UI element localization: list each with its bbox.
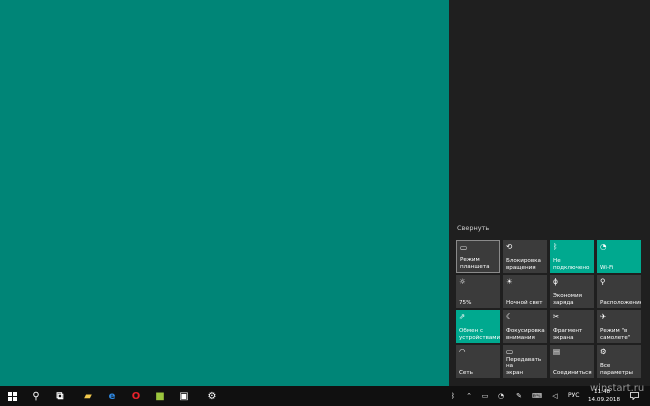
tile-label: Экономия заряда (553, 293, 583, 306)
taskbar-button[interactable]: O (124, 386, 148, 406)
night-light-icon: ☀ (506, 277, 513, 286)
search-icon: ⚲ (32, 390, 40, 402)
network-icon: ◠ (459, 347, 466, 356)
tile-label: Не подключено (553, 258, 590, 271)
taskbar-button[interactable]: ▰ (76, 386, 100, 406)
quick-action-tile[interactable]: ᛒ Не подключено (550, 240, 594, 273)
nearby-sharing-icon: ⇗ (459, 312, 466, 321)
quick-action-tile[interactable]: ⚙ Все параметры (597, 345, 641, 378)
edge-icon: e (108, 390, 116, 402)
taskbar-button[interactable]: ⚙ (200, 386, 224, 406)
task-view-icon: ⧉ (56, 390, 64, 402)
tablet-mode-icon: ▭ (460, 243, 468, 252)
windows-logo-icon (7, 391, 17, 401)
airplane-icon: ✈ (600, 312, 607, 321)
start-button[interactable] (0, 386, 24, 406)
taskbar-button[interactable]: ■ (148, 386, 172, 406)
settings-app-icon: ⚙ (207, 390, 217, 402)
tile-label: Соединиться (553, 369, 592, 376)
wifi-icon: ◔ (600, 242, 607, 251)
focus-assist-icon: ☾ (506, 312, 513, 321)
keyboard-icon[interactable]: ⌨ (530, 386, 544, 406)
location-icon: ⚲ (600, 277, 606, 286)
tile-label: Ночной свет (506, 299, 543, 306)
quick-action-tile[interactable]: ☼ 75% (456, 275, 500, 308)
collapse-link[interactable]: Свернуть (457, 224, 489, 232)
quick-action-tile[interactable]: ϕ Экономия заряда (550, 275, 594, 308)
taskbar-button[interactable]: ⚲ (24, 386, 48, 406)
taskbar-button[interactable]: ⧉ (48, 386, 72, 406)
hidden-icons-icon[interactable]: ⌃ (462, 386, 476, 406)
battery-tray-icon[interactable]: ▭ (478, 386, 492, 406)
opera-icon: O (131, 390, 141, 402)
quick-action-tile[interactable]: ⇗ Обмен с устройствами (456, 310, 500, 343)
quick-action-tile[interactable]: ⟲ Блокировка вращения (503, 240, 547, 273)
tile-label: Wi-Fi (600, 264, 614, 271)
tile-label: Фрагмент экрана (553, 328, 583, 341)
volume-icon[interactable]: ◁ (548, 386, 562, 406)
quick-actions-grid: ▭ Режим планшета ⟲ Блокировка вращения ᛒ Не п… (456, 240, 642, 378)
tile-label: Режим планшета (460, 257, 490, 270)
watermark-text: winstart.ru (590, 383, 645, 394)
store-icon: ▣ (179, 390, 189, 402)
tile-label: Режим "в самолете" (600, 328, 631, 341)
taskbar-button[interactable]: e (100, 386, 124, 406)
action-center-panel: Свернуть ▭ Режим планшета ⟲ Блокировка вращ… (449, 0, 650, 386)
rotation-lock-icon: ⟲ (506, 242, 513, 251)
clock-date: 14.09.2018 (588, 397, 621, 403)
quick-action-tile[interactable]: ✈ Режим "в самолете" (597, 310, 641, 343)
quick-action-tile[interactable]: ▭ Режим планшета (456, 240, 500, 273)
connect-icon: ▤ (553, 347, 561, 356)
tile-label: Расположение (600, 299, 641, 306)
settings-icon: ⚙ (600, 347, 607, 356)
desktop-background[interactable] (0, 0, 449, 386)
quick-action-tile[interactable]: ⚲ Расположение (597, 275, 641, 308)
battery-saver-icon: ϕ (553, 277, 558, 286)
quick-action-tile[interactable]: ◠ Сеть (456, 345, 500, 378)
quick-action-tile[interactable]: ☀ Ночной свет (503, 275, 547, 308)
brightness-icon: ☼ (459, 277, 466, 286)
quick-action-tile[interactable]: ▭ Передавать на экран (503, 345, 547, 378)
screen-snip-icon: ✂ (553, 312, 560, 321)
project-icon: ▭ (506, 347, 514, 356)
quick-action-tile[interactable]: ☾ Фокусировка внимания (503, 310, 547, 343)
tile-label: Сеть (459, 369, 473, 376)
taskbar-button[interactable]: ▣ (172, 386, 196, 406)
tile-label: Фокусировка внимания (506, 328, 545, 341)
bluetooth-icon: ᛒ (553, 242, 558, 251)
quick-action-tile[interactable]: ◔ Wi-Fi (597, 240, 641, 273)
file-explorer-icon: ▰ (84, 390, 92, 402)
tile-label: 75% (459, 299, 472, 306)
pen-icon[interactable]: ✎ (512, 386, 526, 406)
tile-label: Блокировка вращения (506, 258, 541, 271)
quick-action-tile[interactable]: ▤ Соединиться (550, 345, 594, 378)
bluetooth-tray-icon[interactable]: ᛒ (446, 386, 460, 406)
input-language-indicator[interactable]: РУС (568, 392, 579, 399)
wifi-tray-icon[interactable]: ◔ (494, 386, 508, 406)
taskbar: ⚲ ⧉ ▰ e O ■ ▣ ⚙ ᛒ ⌃ ▭ ◔ ✎ ⌨ ◁ РУС 11:48 14.09.2018 (0, 386, 650, 406)
quick-action-tile[interactable]: ✂ Фрагмент экрана (550, 310, 594, 343)
tile-label: Передавать на экран (506, 356, 542, 376)
tile-label: Все параметры (600, 363, 633, 376)
android-app-icon: ■ (155, 390, 165, 402)
tile-label: Обмен с устройствами (459, 328, 500, 341)
